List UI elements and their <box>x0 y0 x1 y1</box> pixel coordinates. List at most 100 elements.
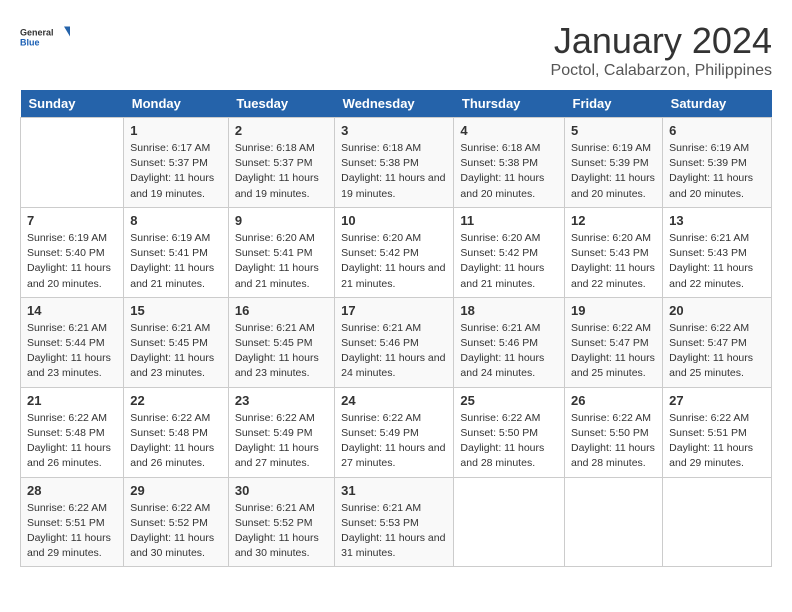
header-friday: Friday <box>565 90 663 118</box>
day-info: Sunrise: 6:22 AM Sunset: 5:49 PM Dayligh… <box>341 412 445 470</box>
day-info: Sunrise: 6:22 AM Sunset: 5:48 PM Dayligh… <box>27 412 111 470</box>
day-cell: 4 Sunrise: 6:18 AM Sunset: 5:38 PM Dayli… <box>454 118 565 208</box>
day-cell: 20 Sunrise: 6:22 AM Sunset: 5:47 PM Dayl… <box>663 297 772 387</box>
day-info: Sunrise: 6:22 AM Sunset: 5:48 PM Dayligh… <box>130 412 214 470</box>
day-number: 9 <box>235 213 328 228</box>
day-number: 1 <box>130 123 222 138</box>
day-info: Sunrise: 6:17 AM Sunset: 5:37 PM Dayligh… <box>130 142 214 200</box>
day-number: 11 <box>460 213 558 228</box>
day-cell <box>663 477 772 567</box>
day-info: Sunrise: 6:21 AM Sunset: 5:44 PM Dayligh… <box>27 322 111 380</box>
day-info: Sunrise: 6:19 AM Sunset: 5:40 PM Dayligh… <box>27 232 111 290</box>
week-row-2: 7 Sunrise: 6:19 AM Sunset: 5:40 PM Dayli… <box>21 207 772 297</box>
day-cell: 21 Sunrise: 6:22 AM Sunset: 5:48 PM Dayl… <box>21 387 124 477</box>
day-cell: 17 Sunrise: 6:21 AM Sunset: 5:46 PM Dayl… <box>335 297 454 387</box>
week-row-5: 28 Sunrise: 6:22 AM Sunset: 5:51 PM Dayl… <box>21 477 772 567</box>
week-row-4: 21 Sunrise: 6:22 AM Sunset: 5:48 PM Dayl… <box>21 387 772 477</box>
page-title: January 2024 <box>551 20 772 62</box>
day-number: 4 <box>460 123 558 138</box>
day-number: 21 <box>27 393 117 408</box>
page-subtitle: Poctol, Calabarzon, Philippines <box>551 62 772 80</box>
header-saturday: Saturday <box>663 90 772 118</box>
day-info: Sunrise: 6:19 AM Sunset: 5:39 PM Dayligh… <box>669 142 753 200</box>
day-number: 27 <box>669 393 765 408</box>
day-number: 15 <box>130 303 222 318</box>
day-cell: 11 Sunrise: 6:20 AM Sunset: 5:42 PM Dayl… <box>454 207 565 297</box>
day-info: Sunrise: 6:21 AM Sunset: 5:46 PM Dayligh… <box>460 322 544 380</box>
logo-svg: General Blue <box>20 20 70 56</box>
day-cell <box>454 477 565 567</box>
day-cell: 18 Sunrise: 6:21 AM Sunset: 5:46 PM Dayl… <box>454 297 565 387</box>
day-cell <box>21 118 124 208</box>
day-info: Sunrise: 6:18 AM Sunset: 5:38 PM Dayligh… <box>341 142 445 200</box>
day-number: 12 <box>571 213 656 228</box>
calendar-table: SundayMondayTuesdayWednesdayThursdayFrid… <box>20 90 772 567</box>
day-cell: 7 Sunrise: 6:19 AM Sunset: 5:40 PM Dayli… <box>21 207 124 297</box>
day-cell: 25 Sunrise: 6:22 AM Sunset: 5:50 PM Dayl… <box>454 387 565 477</box>
day-info: Sunrise: 6:20 AM Sunset: 5:42 PM Dayligh… <box>341 232 445 290</box>
day-number: 29 <box>130 483 222 498</box>
svg-text:General: General <box>20 28 54 38</box>
day-number: 13 <box>669 213 765 228</box>
day-info: Sunrise: 6:22 AM Sunset: 5:50 PM Dayligh… <box>460 412 544 470</box>
day-info: Sunrise: 6:21 AM Sunset: 5:53 PM Dayligh… <box>341 502 445 560</box>
day-info: Sunrise: 6:22 AM Sunset: 5:49 PM Dayligh… <box>235 412 319 470</box>
header-tuesday: Tuesday <box>228 90 334 118</box>
day-number: 5 <box>571 123 656 138</box>
day-number: 22 <box>130 393 222 408</box>
day-cell: 26 Sunrise: 6:22 AM Sunset: 5:50 PM Dayl… <box>565 387 663 477</box>
day-number: 28 <box>27 483 117 498</box>
calendar-header-row: SundayMondayTuesdayWednesdayThursdayFrid… <box>21 90 772 118</box>
day-cell: 15 Sunrise: 6:21 AM Sunset: 5:45 PM Dayl… <box>124 297 229 387</box>
day-number: 16 <box>235 303 328 318</box>
day-info: Sunrise: 6:18 AM Sunset: 5:38 PM Dayligh… <box>460 142 544 200</box>
day-number: 14 <box>27 303 117 318</box>
day-cell: 2 Sunrise: 6:18 AM Sunset: 5:37 PM Dayli… <box>228 118 334 208</box>
day-cell: 3 Sunrise: 6:18 AM Sunset: 5:38 PM Dayli… <box>335 118 454 208</box>
page-header: General Blue January 2024 Poctol, Calaba… <box>20 20 772 80</box>
day-number: 19 <box>571 303 656 318</box>
header-thursday: Thursday <box>454 90 565 118</box>
day-cell: 22 Sunrise: 6:22 AM Sunset: 5:48 PM Dayl… <box>124 387 229 477</box>
day-info: Sunrise: 6:21 AM Sunset: 5:45 PM Dayligh… <box>130 322 214 380</box>
day-number: 3 <box>341 123 447 138</box>
day-cell: 6 Sunrise: 6:19 AM Sunset: 5:39 PM Dayli… <box>663 118 772 208</box>
day-number: 17 <box>341 303 447 318</box>
day-cell: 5 Sunrise: 6:19 AM Sunset: 5:39 PM Dayli… <box>565 118 663 208</box>
day-number: 31 <box>341 483 447 498</box>
week-row-3: 14 Sunrise: 6:21 AM Sunset: 5:44 PM Dayl… <box>21 297 772 387</box>
svg-text:Blue: Blue <box>20 38 40 48</box>
day-number: 6 <box>669 123 765 138</box>
day-number: 18 <box>460 303 558 318</box>
day-info: Sunrise: 6:22 AM Sunset: 5:52 PM Dayligh… <box>130 502 214 560</box>
day-cell: 14 Sunrise: 6:21 AM Sunset: 5:44 PM Dayl… <box>21 297 124 387</box>
day-info: Sunrise: 6:18 AM Sunset: 5:37 PM Dayligh… <box>235 142 319 200</box>
day-info: Sunrise: 6:22 AM Sunset: 5:50 PM Dayligh… <box>571 412 655 470</box>
day-info: Sunrise: 6:22 AM Sunset: 5:47 PM Dayligh… <box>669 322 753 380</box>
day-number: 8 <box>130 213 222 228</box>
day-cell <box>565 477 663 567</box>
day-cell: 27 Sunrise: 6:22 AM Sunset: 5:51 PM Dayl… <box>663 387 772 477</box>
day-number: 2 <box>235 123 328 138</box>
day-cell: 8 Sunrise: 6:19 AM Sunset: 5:41 PM Dayli… <box>124 207 229 297</box>
day-info: Sunrise: 6:22 AM Sunset: 5:51 PM Dayligh… <box>669 412 753 470</box>
day-cell: 28 Sunrise: 6:22 AM Sunset: 5:51 PM Dayl… <box>21 477 124 567</box>
week-row-1: 1 Sunrise: 6:17 AM Sunset: 5:37 PM Dayli… <box>21 118 772 208</box>
day-cell: 16 Sunrise: 6:21 AM Sunset: 5:45 PM Dayl… <box>228 297 334 387</box>
day-info: Sunrise: 6:20 AM Sunset: 5:42 PM Dayligh… <box>460 232 544 290</box>
day-number: 24 <box>341 393 447 408</box>
day-cell: 30 Sunrise: 6:21 AM Sunset: 5:52 PM Dayl… <box>228 477 334 567</box>
day-info: Sunrise: 6:19 AM Sunset: 5:39 PM Dayligh… <box>571 142 655 200</box>
day-number: 26 <box>571 393 656 408</box>
day-cell: 23 Sunrise: 6:22 AM Sunset: 5:49 PM Dayl… <box>228 387 334 477</box>
day-cell: 24 Sunrise: 6:22 AM Sunset: 5:49 PM Dayl… <box>335 387 454 477</box>
day-cell: 13 Sunrise: 6:21 AM Sunset: 5:43 PM Dayl… <box>663 207 772 297</box>
day-info: Sunrise: 6:21 AM Sunset: 5:43 PM Dayligh… <box>669 232 753 290</box>
day-info: Sunrise: 6:21 AM Sunset: 5:52 PM Dayligh… <box>235 502 319 560</box>
title-block: January 2024 Poctol, Calabarzon, Philipp… <box>551 20 772 80</box>
header-wednesday: Wednesday <box>335 90 454 118</box>
day-number: 20 <box>669 303 765 318</box>
day-info: Sunrise: 6:22 AM Sunset: 5:51 PM Dayligh… <box>27 502 111 560</box>
day-info: Sunrise: 6:22 AM Sunset: 5:47 PM Dayligh… <box>571 322 655 380</box>
day-info: Sunrise: 6:21 AM Sunset: 5:45 PM Dayligh… <box>235 322 319 380</box>
